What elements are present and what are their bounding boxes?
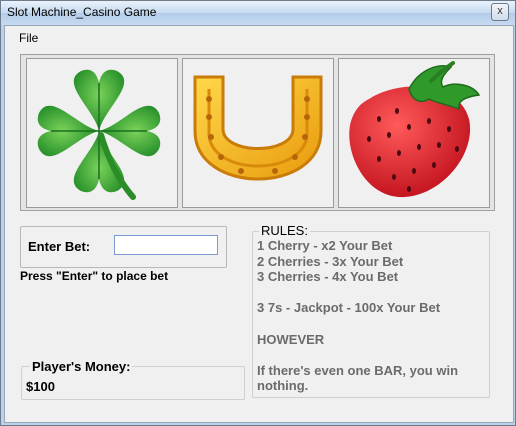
rules-group: RULES: 1 Cherry - x2 Your Bet 2 Cherries… [252,223,490,398]
rules-line: 3 Cherries - 4x You Bet [257,269,399,285]
reel-1 [26,58,178,208]
rules-text: 1 Cherry - x2 Your Bet 2 Cherries - 3x Y… [257,238,489,394]
client-area: File Enter Bet: Press "Enter" to place b… [4,25,514,423]
bet-hint: Press "Enter" to place bet [20,269,169,283]
rules-line: 3 7s - Jackpot - 100x Your Bet [257,300,441,316]
strawberry-icon [349,61,481,198]
rules-line [257,316,489,332]
rules-line: nothing. [257,378,309,394]
rules-line: 1 Cherry - x2 Your Bet [257,238,393,253]
bet-input[interactable] [114,235,218,255]
rules-line: HOWEVER [257,331,325,347]
rules-line: 2 Cherries - 3x Your Bet [257,253,404,269]
rules-title: RULES: [259,223,310,238]
rules-line [257,347,489,363]
money-value: $100 [26,379,55,394]
close-button[interactable]: x [491,3,509,21]
rules-line: If there's even one BAR, you win [257,362,459,378]
app-window: Slot Machine_Casino Game x File Enter Be… [0,0,516,426]
reel-3 [338,58,490,208]
reel-panel [20,54,495,211]
bet-group: Enter Bet: [20,226,227,268]
title-bar[interactable]: Slot Machine_Casino Game x [1,1,515,25]
money-label: Player's Money: [30,359,133,374]
menu-item-file[interactable]: File [19,31,38,45]
bet-label: Enter Bet: [28,239,91,254]
horseshoe-icon [193,75,323,181]
clover-icon [37,69,161,200]
rules-line [257,285,489,301]
money-group: Player's Money: $100 [21,359,245,400]
menu-bar: File [5,26,513,48]
reel-2 [182,58,334,208]
window-title: Slot Machine_Casino Game [7,5,157,19]
